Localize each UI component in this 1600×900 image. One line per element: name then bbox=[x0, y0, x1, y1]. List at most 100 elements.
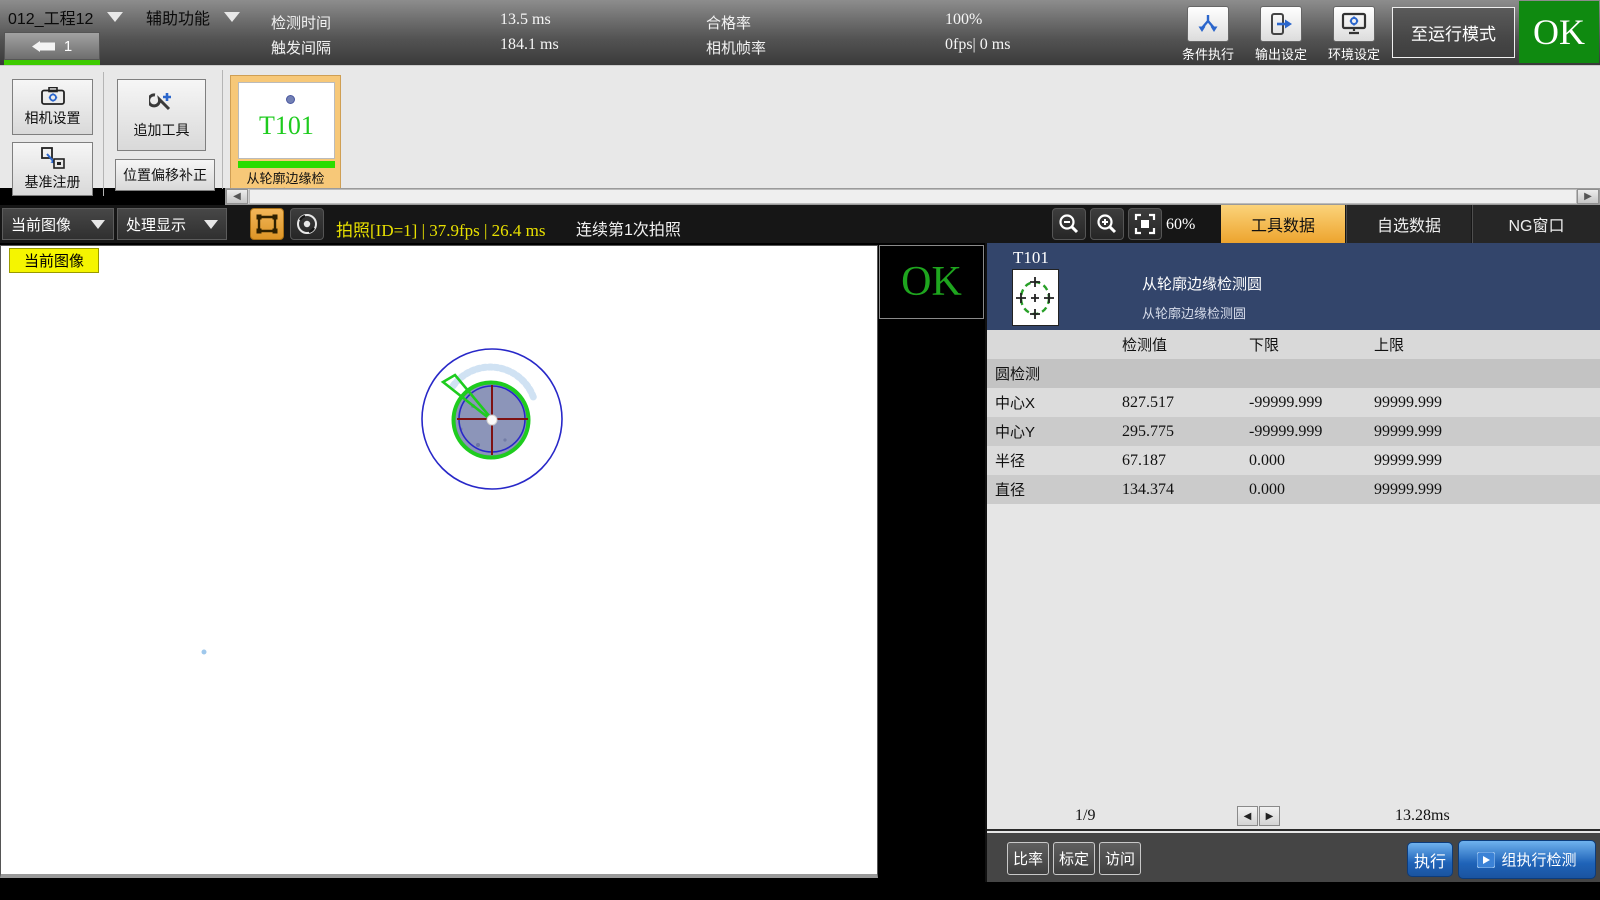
detection-overlay bbox=[1, 246, 877, 874]
calibration-button[interactable]: 标定 bbox=[1053, 842, 1095, 875]
play-icon bbox=[1477, 852, 1495, 868]
add-tool-button[interactable]: 追加工具 bbox=[117, 79, 206, 151]
shutter-button[interactable] bbox=[290, 208, 324, 240]
panel-tool-title: 从轮廓边缘检测圆 bbox=[1142, 273, 1262, 294]
tool-result-badge: OK bbox=[879, 245, 984, 319]
table-row[interactable]: 中心Y 295.775 -99999.999 99999.999 bbox=[987, 417, 1600, 446]
center-hole bbox=[487, 415, 497, 425]
group-label: 圆检测 bbox=[987, 363, 1122, 384]
zoom-out-icon bbox=[1058, 213, 1080, 235]
tool-strip-scrollbar[interactable]: ◀ ▶ bbox=[225, 188, 1600, 205]
table-header-row: 检测值 下限 上限 bbox=[987, 330, 1600, 359]
vision-system-app: 012_工程12 辅助功能 1 检测时间 13.5 ms 触发间隔 184.1 … bbox=[0, 0, 1600, 900]
tool-data-panel: T101 从轮廓边缘检测圆 从轮廓边缘检测圆 检测值 bbox=[985, 243, 1600, 882]
top-bar: 012_工程12 辅助功能 1 检测时间 13.5 ms 触发间隔 184.1 … bbox=[0, 0, 1600, 65]
project-select[interactable]: 012_工程12 bbox=[2, 2, 130, 32]
environment-settings-label: 环境设定 bbox=[1316, 44, 1392, 63]
panel-tool-subtitle: 从轮廓边缘检测圆 bbox=[1142, 303, 1246, 322]
region-select-button[interactable] bbox=[250, 208, 284, 240]
output-settings-icon bbox=[1269, 12, 1293, 36]
output-settings-label: 输出设定 bbox=[1243, 44, 1319, 63]
capture-status-text: 连续第1次拍照 bbox=[576, 216, 681, 240]
environment-settings-button[interactable] bbox=[1333, 6, 1375, 42]
aux-menu-select[interactable]: 辅助功能 bbox=[140, 2, 260, 32]
col-header-max: 上限 bbox=[1374, 334, 1600, 355]
col-header-value: 检测值 bbox=[1122, 334, 1249, 355]
shutter-icon bbox=[295, 212, 319, 236]
camera-tab-number: 1 bbox=[64, 38, 72, 55]
wrench-plus-icon bbox=[149, 91, 175, 117]
table-row[interactable]: 直径 134.374 0.000 99999.999 bbox=[987, 475, 1600, 504]
aux-menu-label: 辅助功能 bbox=[146, 5, 210, 29]
image-source-select[interactable]: 当前图像 bbox=[2, 208, 114, 240]
panel-footer: 比率 标定 访问 执行 组执行检测 bbox=[987, 833, 1600, 882]
stat-label-trigger-interval: 触发间隔 bbox=[271, 37, 331, 58]
tool-tile-status-bar bbox=[238, 161, 335, 168]
zoom-level-value: 60% bbox=[1166, 216, 1195, 234]
group-run-button[interactable]: 组执行检测 bbox=[1458, 840, 1596, 879]
display-mode-label: 处理显示 bbox=[126, 214, 186, 235]
table-row[interactable]: 半径 67.187 0.000 99999.999 bbox=[987, 446, 1600, 475]
project-name: 012_工程12 bbox=[8, 5, 93, 29]
camera-setup-label: 相机设置 bbox=[25, 108, 81, 128]
tool-tile-T101[interactable]: T101 从轮廓边缘检 测圆 bbox=[230, 75, 341, 189]
environment-settings-action: 环境设定 bbox=[1316, 6, 1392, 63]
datum-register-button[interactable]: 基准注册 bbox=[12, 142, 93, 196]
fit-screen-icon bbox=[1134, 213, 1156, 235]
condition-exec-label: 条件执行 bbox=[1170, 44, 1246, 63]
tool-tile-caption: 从轮廓边缘检 测圆 bbox=[231, 171, 340, 189]
exec-time-value: 13.28ms bbox=[1395, 807, 1450, 825]
col-header-min: 下限 bbox=[1249, 334, 1374, 355]
panel-tool-icon-tile bbox=[1012, 269, 1059, 326]
condition-exec-action: 条件执行 bbox=[1170, 6, 1246, 63]
stat-value-inspect-time: 13.5 ms bbox=[500, 11, 551, 29]
toolstrip-divider2 bbox=[222, 70, 223, 189]
bottom-strip bbox=[0, 882, 1600, 900]
datum-register-icon bbox=[41, 147, 65, 169]
chevron-down-icon bbox=[107, 12, 123, 22]
stat-value-trigger-interval: 184.1 ms bbox=[500, 36, 559, 54]
group-run-label: 组执行检测 bbox=[1501, 849, 1576, 870]
toolstrip-divider bbox=[103, 72, 104, 196]
access-button[interactable]: 访问 bbox=[1099, 842, 1141, 875]
run-mode-button[interactable]: 至运行模式 bbox=[1392, 7, 1515, 58]
table-group-row: 圆检测 bbox=[987, 359, 1600, 388]
stat-label-inspect-time: 检测时间 bbox=[271, 12, 331, 33]
scrollbar-track[interactable] bbox=[249, 189, 1577, 204]
position-offset-button[interactable]: 位置偏移补正 bbox=[115, 159, 215, 191]
table-row[interactable]: 中心X 827.517 -99999.999 99999.999 bbox=[987, 388, 1600, 417]
next-page-button[interactable]: ▶ bbox=[1259, 806, 1280, 826]
datum-register-label: 基准注册 bbox=[25, 172, 81, 192]
zoom-in-button[interactable] bbox=[1090, 208, 1124, 240]
output-settings-button[interactable] bbox=[1260, 6, 1302, 42]
run-button[interactable]: 执行 bbox=[1407, 842, 1453, 877]
circle-detect-icon bbox=[1013, 270, 1058, 325]
chevron-down-icon bbox=[91, 220, 105, 229]
camera-setup-button[interactable]: 相机设置 bbox=[12, 79, 93, 135]
scroll-left-button[interactable]: ◀ bbox=[226, 189, 248, 204]
tab-custom-data[interactable]: 自选数据 bbox=[1346, 205, 1471, 243]
main-area: 当前图像 bbox=[0, 243, 1600, 882]
tile-target-dot bbox=[286, 95, 295, 104]
image-viewport[interactable]: 当前图像 bbox=[0, 245, 878, 878]
tab-ng-window[interactable]: NG窗口 bbox=[1472, 205, 1600, 243]
zoom-out-button[interactable] bbox=[1052, 208, 1086, 240]
ratio-button[interactable]: 比率 bbox=[1007, 842, 1049, 875]
display-mode-select[interactable]: 处理显示 bbox=[117, 208, 227, 240]
chevron-down-icon bbox=[224, 12, 240, 22]
prev-page-button[interactable]: ◀ bbox=[1237, 806, 1258, 826]
fit-screen-button[interactable] bbox=[1128, 208, 1162, 240]
panel-header: T101 从轮廓边缘检测圆 从轮廓边缘检测圆 bbox=[987, 243, 1600, 330]
global-status-badge: OK bbox=[1519, 1, 1599, 63]
environment-settings-icon bbox=[1341, 12, 1367, 36]
stat-value-camera-fps: 0fps| 0 ms bbox=[945, 36, 1010, 54]
condition-exec-button[interactable] bbox=[1187, 6, 1229, 42]
pagination-bar: 1/9 ◀ ▶ 13.28ms bbox=[987, 803, 1600, 831]
scroll-right-button[interactable]: ▶ bbox=[1577, 189, 1599, 204]
chevron-down-icon bbox=[204, 220, 218, 229]
camera-tab[interactable]: 1 bbox=[4, 32, 100, 60]
stat-label-pass-rate: 合格率 bbox=[706, 12, 751, 33]
position-offset-label: 位置偏移补正 bbox=[123, 165, 207, 185]
tab-tool-data[interactable]: 工具数据 bbox=[1221, 205, 1345, 243]
stat-value-pass-rate: 100% bbox=[945, 11, 982, 29]
